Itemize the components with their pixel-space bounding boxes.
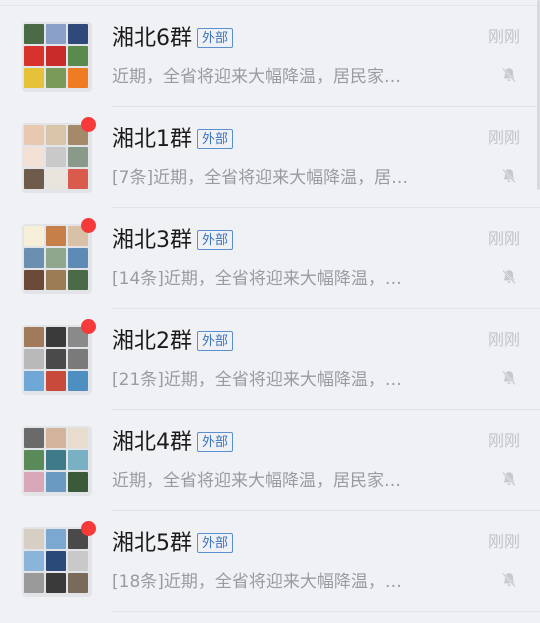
avatar-tile [46,248,66,268]
avatar-tile [46,327,66,347]
avatar-tile [68,24,88,44]
avatar-tile [68,349,88,369]
external-tag: 外部 [197,533,234,553]
chat-name: 湘北3群 [112,228,192,253]
avatar-tile [46,270,66,290]
row-divider [112,611,540,612]
message-preview: [21条]近期，全省将迎来大幅降温，… [112,370,402,390]
avatar-tile [68,450,88,470]
avatar-tile [24,529,44,549]
avatar-tile [68,68,88,88]
chat-row[interactable]: 湘北6群 外部近期，全省将迎来大幅降温，居民家… 刚刚 [0,6,540,107]
chat-row[interactable]: 湘北4群 外部近期，全省将迎来大幅降温，居民家… 刚刚 [0,410,540,511]
avatar-tile [46,169,66,189]
avatar-tile [46,125,66,145]
avatar-tile [24,371,44,391]
message-preview: [18条]近期，全省将迎来大幅降温，… [112,572,402,592]
avatar-tile [24,472,44,492]
chat-row[interactable]: 湘北5群 外部 [18条]近期，全省将迎来大幅降温，… 刚刚 [0,511,540,612]
mute-bell-icon [502,168,516,184]
avatar-tile [46,226,66,246]
avatar-tile [24,46,44,66]
message-preview: 近期，全省将迎来大幅降温，居民家… [112,67,401,87]
avatar-tile [68,46,88,66]
chat-row[interactable]: 湘北2群 外部 [21条]近期，全省将迎来大幅降温，… 刚刚 [0,309,540,410]
chat-row[interactable]: 湘北1群 外部 [7条]近期，全省将迎来大幅降温，居… 刚刚 [0,107,540,208]
avatar-tile [24,573,44,593]
unread-dot [81,117,96,132]
avatar-tile [46,573,66,593]
avatar-tile [68,270,88,290]
avatar-tile [24,68,44,88]
avatar-tile [46,68,66,88]
chat-name: 湘北6群 [112,26,192,51]
timestamp: 刚刚 [487,27,520,46]
external-tag: 外部 [197,331,234,351]
message-preview: 近期，全省将迎来大幅降温，居民家… [112,471,401,491]
chat-name: 湘北4群 [112,430,192,455]
avatar-tile [24,125,44,145]
external-tag: 外部 [197,129,234,149]
chat-row[interactable]: 湘北3群 外部 [14条]近期，全省将迎来大幅降温，… 刚刚 [0,208,540,309]
group-avatar[interactable] [22,527,92,597]
avatar-tile [24,450,44,470]
external-tag: 外部 [197,230,234,250]
avatar-tile [24,551,44,571]
avatar-tile [24,248,44,268]
avatar-tile [24,147,44,167]
avatar-tile [68,147,88,167]
avatar-tile [24,169,44,189]
avatar-tile [24,349,44,369]
mute-bell-icon [502,370,516,386]
unread-dot [81,521,96,536]
avatar-tile [24,327,44,347]
avatar-tile [68,551,88,571]
avatar-tile [46,24,66,44]
avatar-tile [46,529,66,549]
avatar-tile [24,270,44,290]
avatar-tile [46,371,66,391]
chat-name: 湘北1群 [112,127,192,152]
unread-dot [81,319,96,334]
chat-name: 湘北2群 [112,329,192,354]
mute-bell-icon [502,572,516,588]
timestamp: 刚刚 [487,532,520,551]
avatar-tile [46,147,66,167]
avatar-tile [68,169,88,189]
timestamp: 刚刚 [487,229,520,248]
avatar-tile [24,226,44,246]
avatar-tile [24,428,44,448]
unread-dot [81,218,96,233]
group-avatar[interactable] [22,22,92,92]
avatar-tile [24,24,44,44]
timestamp: 刚刚 [487,431,520,450]
chat-name: 湘北5群 [112,531,192,556]
timestamp: 刚刚 [487,330,520,349]
mute-bell-icon [502,67,516,83]
avatar-tile [68,428,88,448]
mute-bell-icon [502,471,516,487]
message-preview: [7条]近期，全省将迎来大幅降温，居… [112,168,409,188]
mute-bell-icon [502,269,516,285]
avatar-tile [68,371,88,391]
external-tag: 外部 [197,28,234,48]
avatar-tile [46,46,66,66]
timestamp: 刚刚 [487,128,520,147]
message-preview: [14条]近期，全省将迎来大幅降温，… [112,269,402,289]
avatar-tile [46,450,66,470]
avatar-tile [68,573,88,593]
avatar-tile [46,472,66,492]
avatar-tile [68,472,88,492]
group-avatar[interactable] [22,224,92,294]
avatar-tile [46,551,66,571]
external-tag: 外部 [197,432,234,452]
chat-list: 湘北6群 外部 近期，全省将迎来大幅降温，居民家… 刚刚 湘北1群 外部 [7条]近期，全省… [0,0,540,623]
group-avatar[interactable] [22,123,92,193]
avatar-tile [46,428,66,448]
avatar-tile [68,248,88,268]
group-avatar[interactable] [22,325,92,395]
avatar-tile [46,349,66,369]
group-avatar[interactable] [22,426,92,496]
